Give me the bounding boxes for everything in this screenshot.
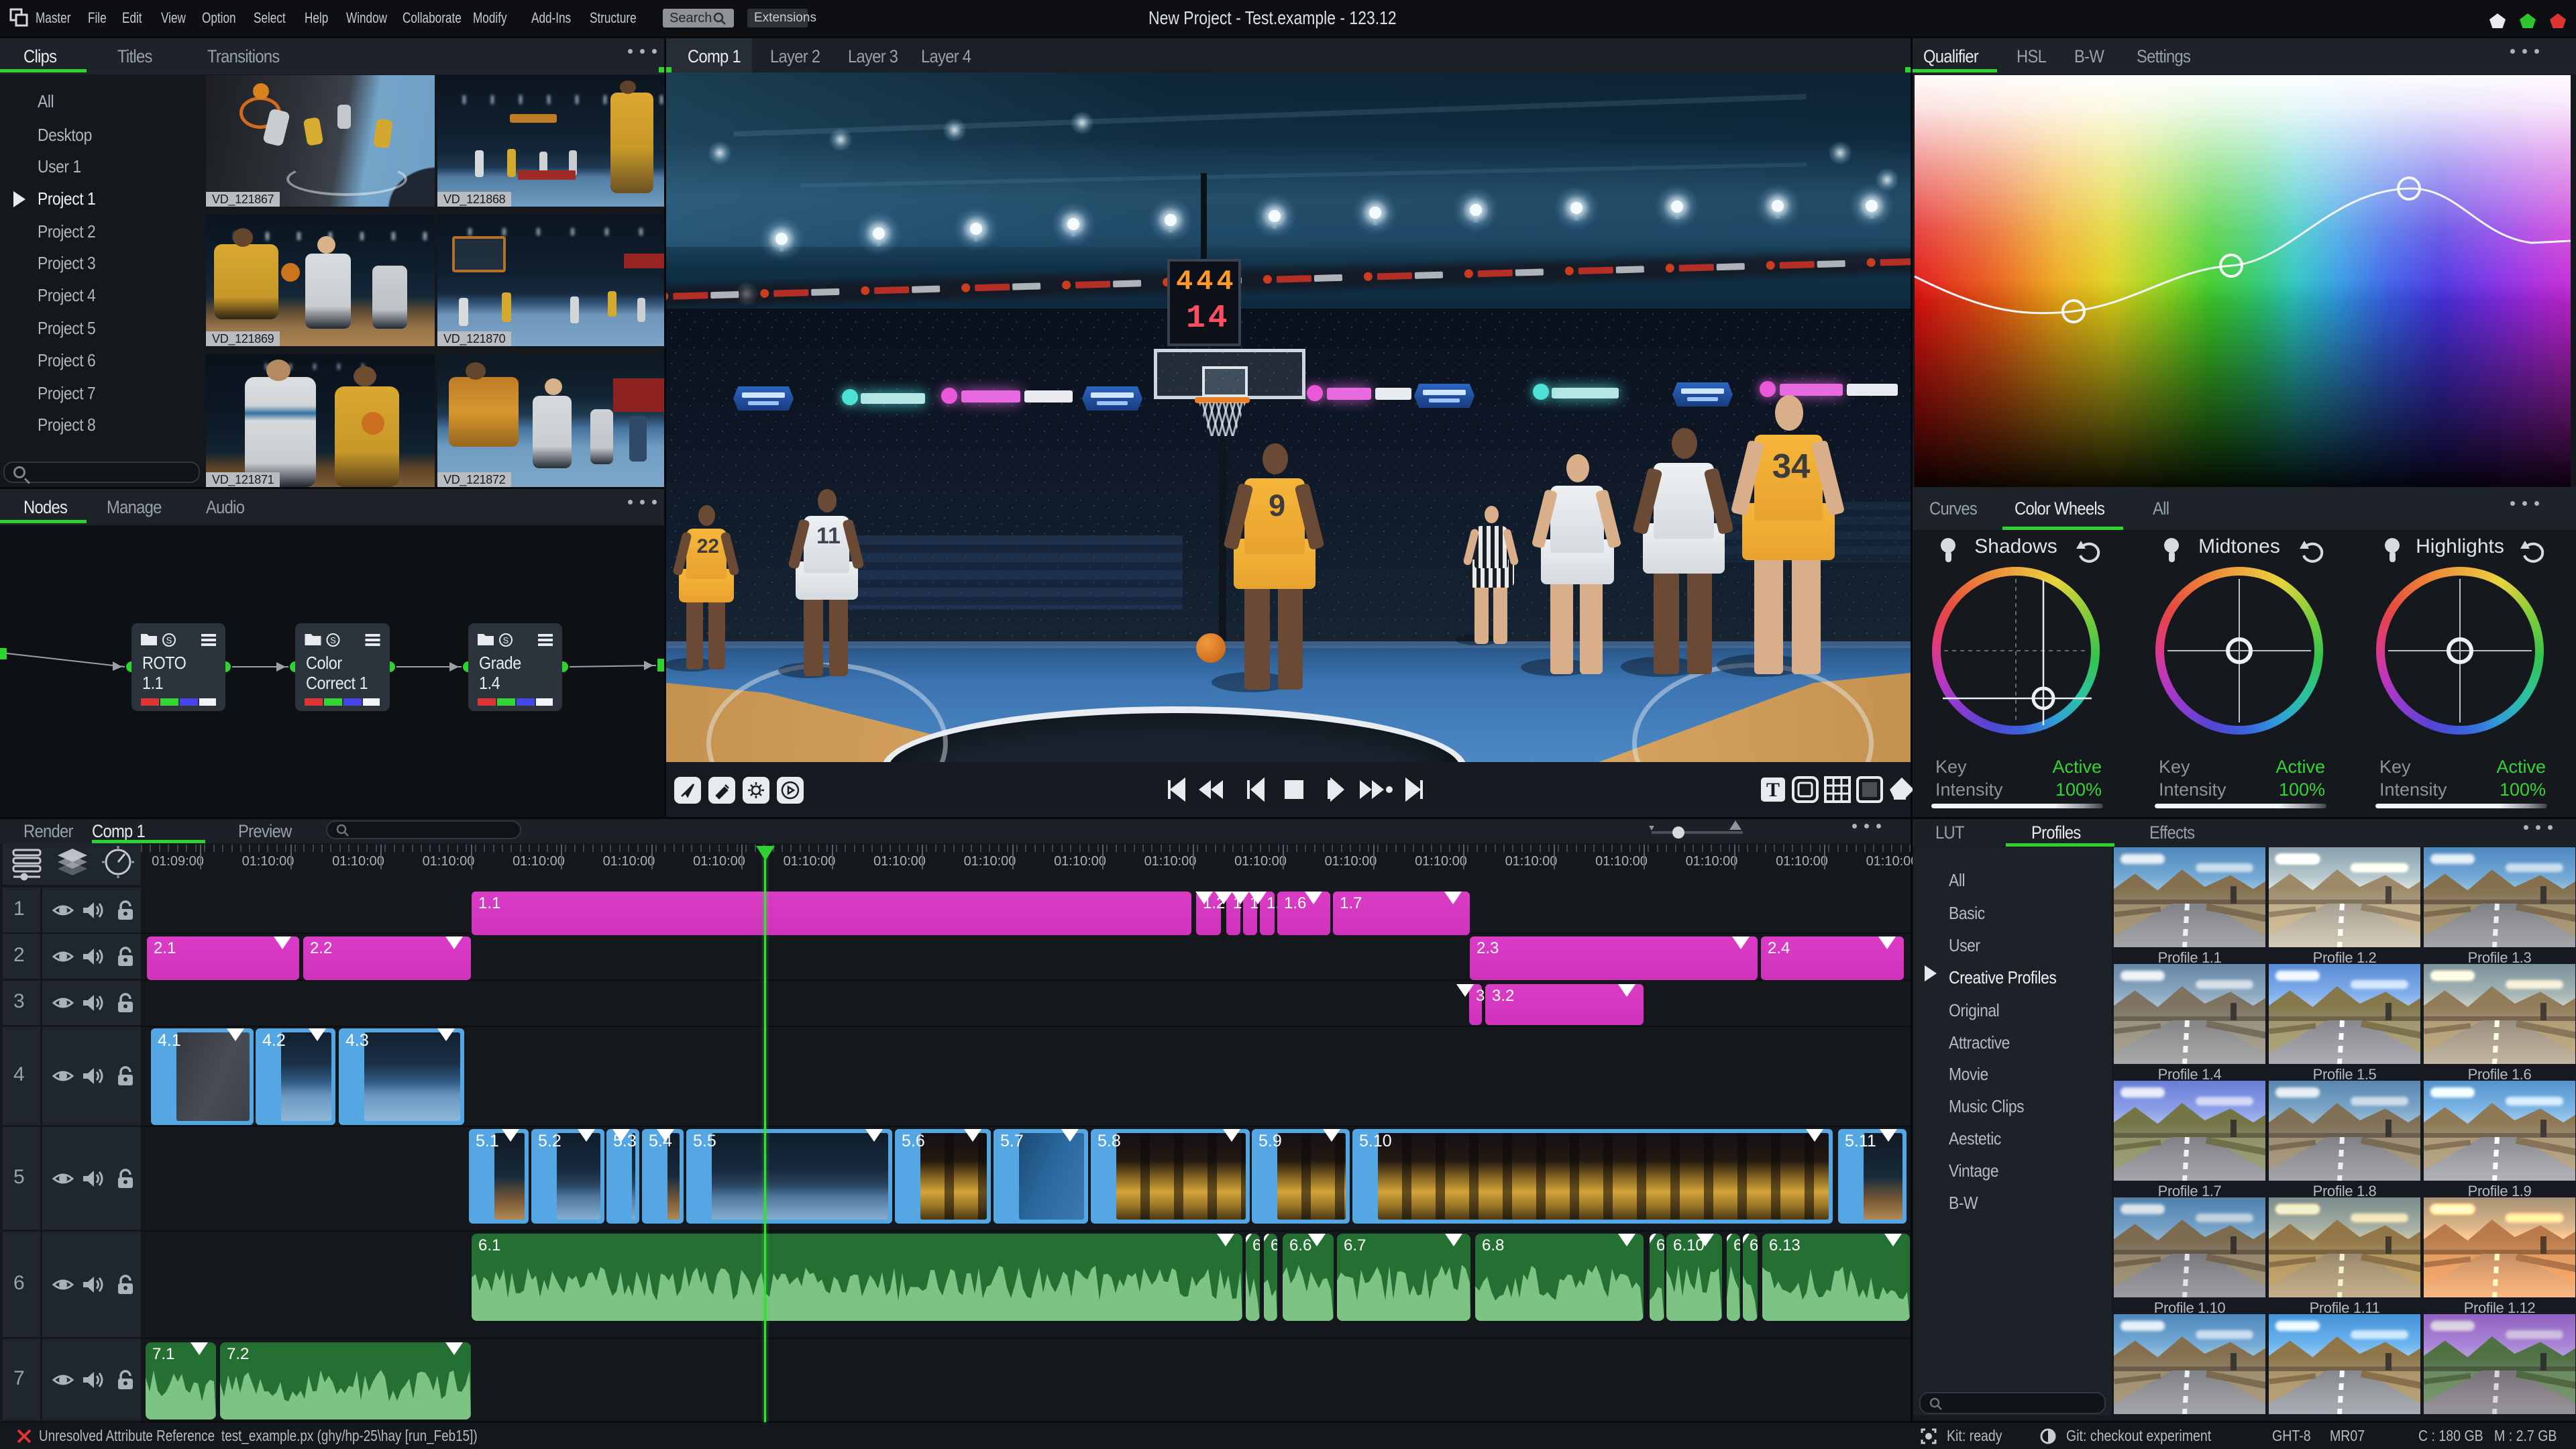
svg-text:S: S xyxy=(166,635,172,645)
svg-text:T: T xyxy=(1766,779,1780,801)
svg-text:S: S xyxy=(330,635,336,645)
svg-text:S: S xyxy=(503,635,509,645)
